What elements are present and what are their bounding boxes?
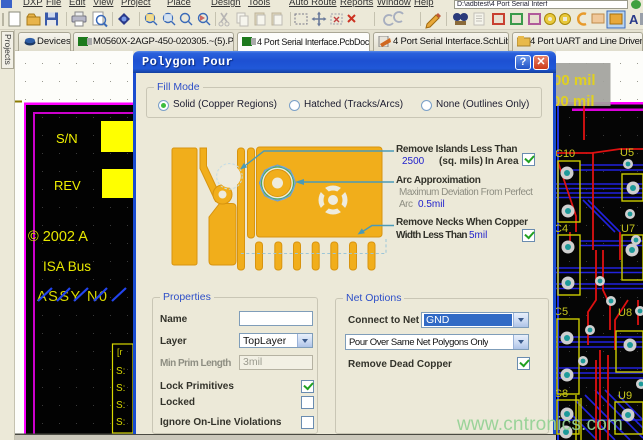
svg-text:S:: S: (116, 400, 125, 411)
svg-text:© 2002 A: © 2002 A (28, 229, 88, 245)
svg-text:S:: S: (116, 383, 125, 394)
svg-text:C8: C8 (554, 388, 568, 400)
svg-text:REV: REV (54, 178, 81, 193)
svg-text:S/N: S/N (56, 131, 78, 146)
svg-text:U9: U9 (618, 390, 632, 402)
svg-text:[r: [r (117, 347, 123, 357)
svg-text:ISA Bus: ISA Bus (43, 259, 91, 274)
svg-text:U5: U5 (620, 147, 634, 159)
svg-text:00 mil: 00 mil (552, 93, 595, 110)
svg-text:S:: S: (116, 366, 125, 377)
svg-text:U8: U8 (618, 307, 632, 319)
svg-text:00 mil: 00 mil (553, 72, 596, 89)
svg-text:A: A (629, 12, 639, 27)
svg-text:S:: S: (116, 417, 125, 428)
svg-text:U7: U7 (621, 223, 635, 235)
